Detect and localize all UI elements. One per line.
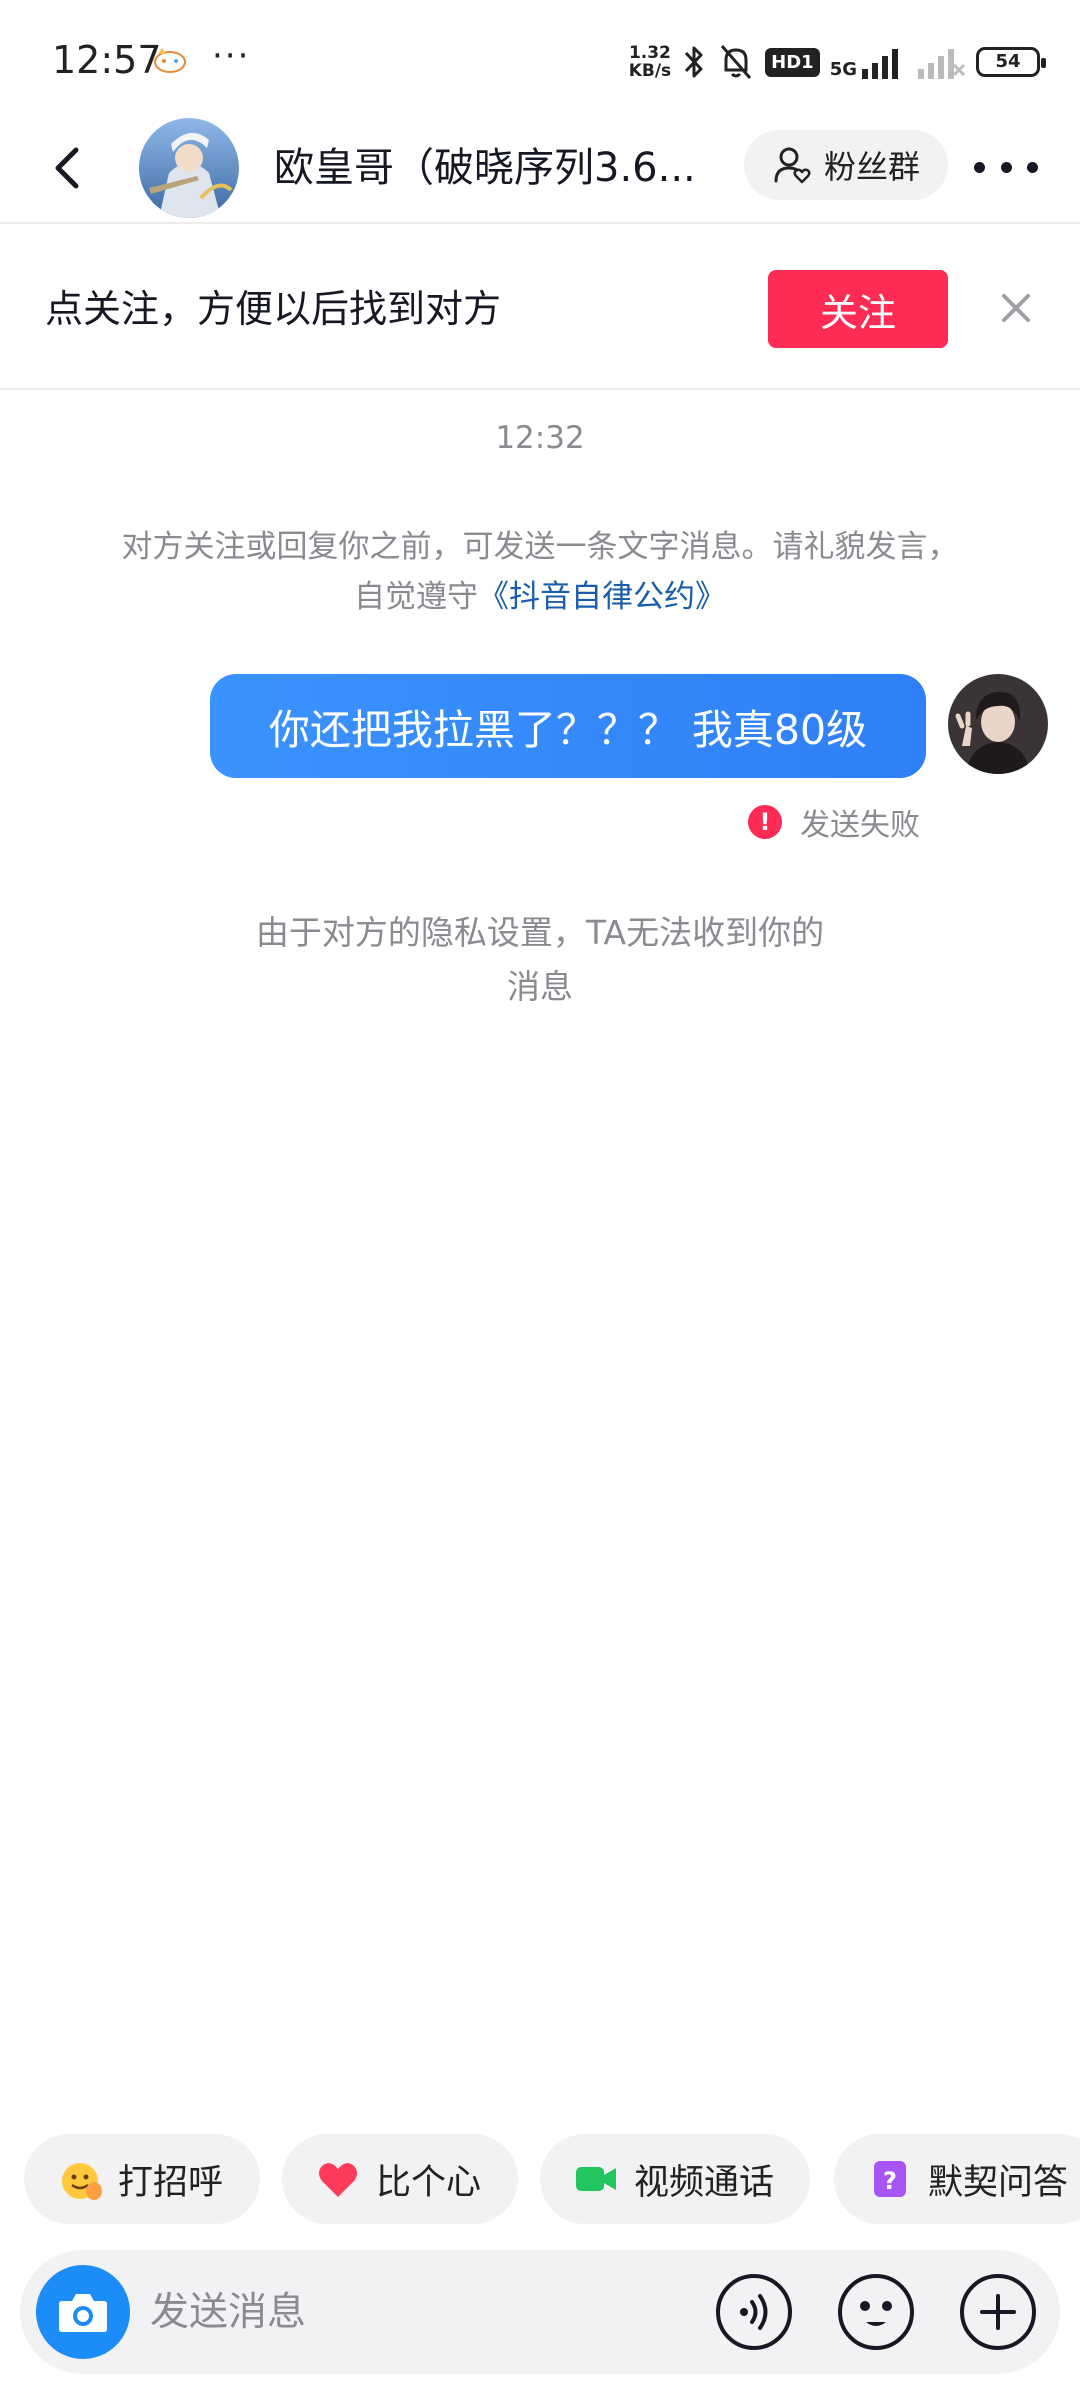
privacy-notice-line1: 由于对方的隐私设置，TA无法收到你的 xyxy=(255,913,825,952)
privacy-notice-line2: 消息 xyxy=(507,967,573,1006)
network-speed-value: 1.32 xyxy=(628,43,671,63)
message-input-bar xyxy=(20,2250,1060,2374)
voice-input-icon[interactable] xyxy=(714,2272,794,2352)
quick-action-label: 比个心 xyxy=(376,2162,482,2203)
send-failed-status: ! 发送失败 xyxy=(748,800,920,844)
add-icon[interactable] xyxy=(958,2272,1038,2352)
message-input[interactable] xyxy=(150,2280,690,2344)
network-speed: 1.32 KB/s xyxy=(629,44,671,80)
app-notification-icon xyxy=(154,48,186,73)
follow-prompt-text: 点关注，方便以后找到对方 xyxy=(45,287,502,331)
privacy-notice: 由于对方的隐私设置，TA无法收到你的 消息 xyxy=(200,906,880,1014)
send-failed-label: 发送失败 xyxy=(800,808,920,843)
chat-header: 欧皇哥（破晓序列3.6... 粉丝群 xyxy=(0,112,1080,224)
message-timestamp: 12:32 xyxy=(495,420,585,456)
sent-message-bubble[interactable]: 你还把我拉黑了？？？ 我真80级 xyxy=(210,674,926,778)
status-more-icon: ··· xyxy=(212,36,251,76)
network-speed-unit: KB/s xyxy=(628,61,672,81)
contact-avatar[interactable] xyxy=(139,118,239,218)
quick-action-label: 打招呼 xyxy=(118,2162,224,2203)
follow-banner: 点关注，方便以后找到对方 关注 xyxy=(0,226,1080,390)
quick-action-video-call[interactable]: 视频通话 xyxy=(540,2134,810,2224)
battery-icon: 54 xyxy=(976,47,1046,77)
quick-action-heart[interactable]: 比个心 xyxy=(282,2134,518,2224)
quick-actions-bar: 打招呼 比个心 视频通话 ? 默契问答 xyxy=(24,2134,1080,2224)
bluetooth-icon xyxy=(685,46,703,78)
quick-action-tacit-quiz[interactable]: ? 默契问答 xyxy=(834,2134,1080,2224)
status-bar: 12:57 ··· 1.32 KB/s HD1 5G 54 xyxy=(0,0,1080,120)
fan-group-icon xyxy=(774,147,811,184)
video-camera-icon xyxy=(576,2167,616,2191)
camera-button[interactable] xyxy=(36,2265,130,2359)
quick-action-label: 视频通话 xyxy=(634,2162,775,2203)
waving-emoji-icon xyxy=(62,2163,102,2200)
status-time: 12:57 xyxy=(52,38,162,82)
quick-action-greet[interactable]: 打招呼 xyxy=(24,2134,260,2224)
camera-icon xyxy=(59,2294,107,2332)
close-icon[interactable] xyxy=(994,286,1038,330)
mute-bell-icon xyxy=(721,45,752,79)
contact-name[interactable]: 欧皇哥（破晓序列3.6... xyxy=(274,136,714,200)
no-signal-icon xyxy=(918,49,966,79)
quick-action-label: 默契问答 xyxy=(928,2162,1069,2203)
system-notice: 对方关注或回复你之前，可发送一条文字消息。请礼貌发言，自觉遵守《抖音自律公约》 xyxy=(120,522,960,622)
fan-group-button[interactable]: 粉丝群 xyxy=(744,130,948,200)
status-icons: 1.32 KB/s HD1 5G 54 xyxy=(629,40,1046,84)
signal-label: 5G xyxy=(829,59,857,80)
my-avatar[interactable] xyxy=(948,674,1048,774)
emoji-icon[interactable] xyxy=(836,2272,916,2352)
question-card-icon: ? xyxy=(874,2161,906,2197)
more-options-icon[interactable] xyxy=(974,142,1038,192)
svg-text:?: ? xyxy=(883,2167,897,2195)
fan-group-label: 粉丝群 xyxy=(823,148,920,186)
follow-button[interactable]: 关注 xyxy=(768,270,948,348)
convention-link[interactable]: 《抖音自律公约》 xyxy=(478,579,726,615)
back-button[interactable] xyxy=(44,136,92,200)
signal-icon: 5G xyxy=(830,45,906,79)
hd-icon: HD1 xyxy=(765,47,820,77)
error-icon[interactable]: ! xyxy=(748,805,782,839)
heart-icon xyxy=(319,2163,357,2197)
